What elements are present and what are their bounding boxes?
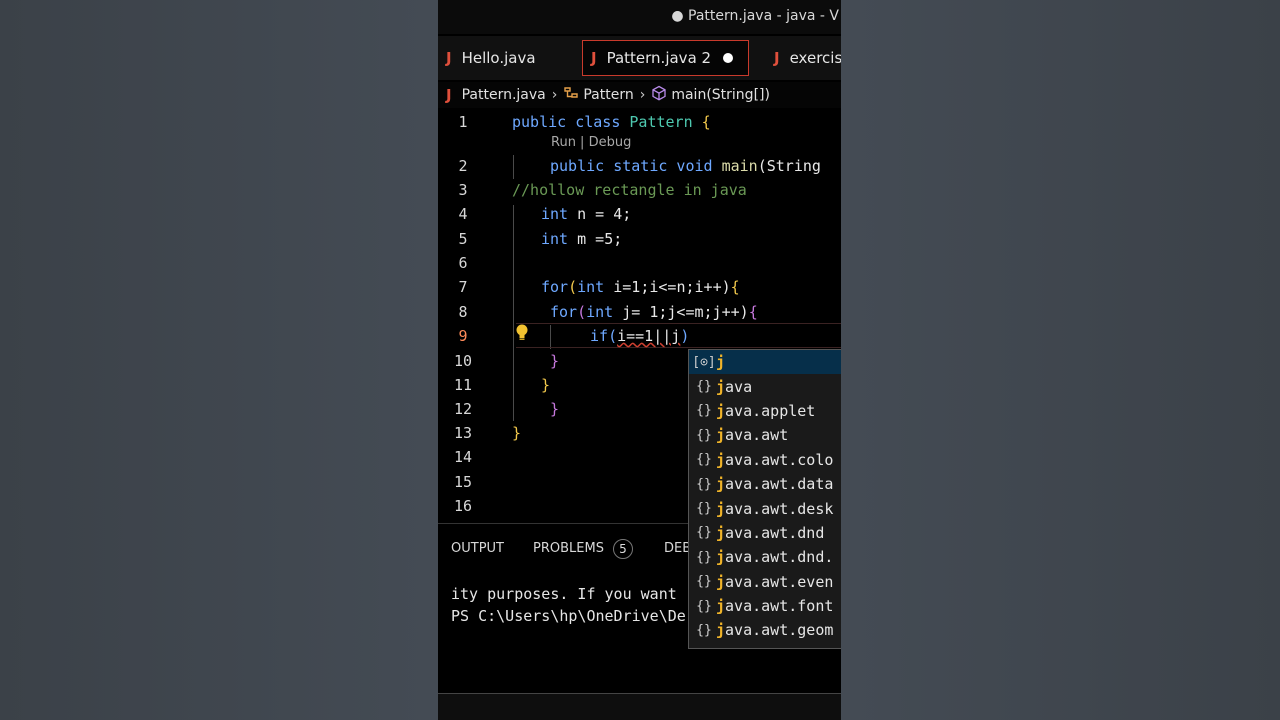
breadcrumb-class[interactable]: Pattern [583,87,633,103]
tab-pattern-java[interactable]: J Pattern.java 2 [582,40,749,76]
suggestion-item[interactable]: {} j ava.awt.data [689,472,841,496]
status-bar [438,693,841,720]
code-line-9: if(i==1||j) [590,327,690,345]
method-cube-icon [651,85,667,105]
indent-guide [550,325,551,349]
line-number: 4 [458,205,468,223]
autocomplete-suggestions: [⊙] j {} j ava {} j ava.applet {} j ava.awt {} j… [688,349,841,649]
codelens-run-debug[interactable]: Run | Debug [551,135,631,150]
java-file-icon: J [446,86,452,104]
line-number-current: 9 [458,327,468,345]
code-line-12: } [550,400,560,418]
code-line-4: int n = 4; [541,205,632,223]
window-title: ● Pattern.java - java - V [671,8,839,24]
line-number: 11 [453,376,473,394]
breadcrumb-method[interactable]: main(String[]) [671,87,770,103]
terminal-line: ity purposes. If you want [451,585,677,603]
tab-exercise[interactable]: J exercis [766,40,841,76]
java-file-icon: J [446,49,452,67]
breadcrumb-file[interactable]: Pattern.java [462,87,546,103]
suggestion-item[interactable]: [⊙] j [689,350,841,375]
suggestion-item[interactable]: {} j ava.awt.desk [689,496,841,520]
video-frame: ● Pattern.java - java - V J Hello.java J… [438,0,841,720]
package-icon: {} [696,501,712,517]
code-line-5: int m =5; [541,230,623,248]
current-line-border [516,323,841,324]
line-number: 12 [453,400,473,418]
java-file-icon: J [591,49,597,67]
terminal-prompt[interactable]: PS C:\Users\hp\OneDrive\De [451,607,686,625]
package-icon: {} [696,403,712,419]
variable-icon: [⊙] [692,354,716,370]
indent-guide [513,205,514,421]
line-number: 14 [453,448,473,466]
line-number: 10 [453,352,473,370]
line-number: 13 [453,424,473,442]
package-icon: {} [696,427,712,443]
title-bar: ● Pattern.java - java - V [438,0,841,34]
class-icon [563,86,579,104]
line-number: 1 [458,113,468,131]
indent-guide [513,155,514,179]
suggestion-item[interactable]: {} j ava.awt.dnd [689,521,841,545]
suggestion-item[interactable]: {} j ava.awt.geom [689,618,841,642]
current-line-border [516,347,841,348]
code-line-13: } [512,424,522,442]
package-icon: {} [696,574,712,590]
tab-output[interactable]: OUTPUT [451,541,504,556]
line-number: 8 [458,303,468,321]
package-icon: {} [696,622,712,638]
suggestion-item[interactable]: {} j ava.awt.colo [689,448,841,472]
unsaved-dot-icon[interactable] [723,53,734,63]
tab-label: Hello.java [461,49,536,67]
suggestion-item[interactable]: {} j ava.awt.font [689,594,841,618]
lightbulb-icon[interactable] [515,324,529,342]
line-number: 6 [458,254,468,272]
chevron-right-icon: › [551,87,558,103]
tab-hello-java[interactable]: J Hello.java [438,40,576,76]
line-number: 5 [458,230,468,248]
package-icon: {} [696,525,712,541]
code-line-10: } [550,352,560,370]
line-number: 16 [453,497,473,515]
breadcrumb: J Pattern.java › Pattern › main(String[]… [438,82,841,108]
code-line-11: } [541,376,551,394]
tab-label: exercis [789,49,841,67]
code-line-3-comment: //hollow rectangle in java [512,181,747,199]
suggestion-item[interactable]: {} j ava.awt [689,423,841,447]
code-line-1: public class Pattern { [512,113,711,131]
package-icon: {} [696,549,712,565]
package-icon: {} [696,379,712,395]
suggestion-item[interactable]: {} j ava [689,374,841,398]
tab-label: Pattern.java 2 [606,49,712,67]
suggestion-item[interactable]: {} j ava.applet [689,399,841,423]
code-line-7: for(int i=1;i<=n;i++){ [541,278,740,296]
java-file-icon: J [774,49,780,67]
line-number: 7 [458,278,468,296]
suggestion-item[interactable]: {} j ava.awt.even [689,570,841,594]
line-number: 2 [458,157,468,175]
line-number: 15 [453,473,473,491]
package-icon: {} [696,476,712,492]
problems-count-badge: 5 [613,539,633,559]
tab-problems[interactable]: PROBLEMS [533,541,604,556]
package-icon: {} [696,452,712,468]
chevron-right-icon: › [639,87,646,103]
code-line-2: public static void main(String [550,157,821,175]
package-icon: {} [696,598,712,614]
editor-tabs: J Hello.java J Pattern.java 2 J exercis [438,36,841,80]
suggestion-item[interactable]: {} j ava.awt.dnd. [689,545,841,569]
code-line-8: for(int j= 1;j<=m;j++){ [550,303,758,321]
line-number: 3 [458,181,468,199]
